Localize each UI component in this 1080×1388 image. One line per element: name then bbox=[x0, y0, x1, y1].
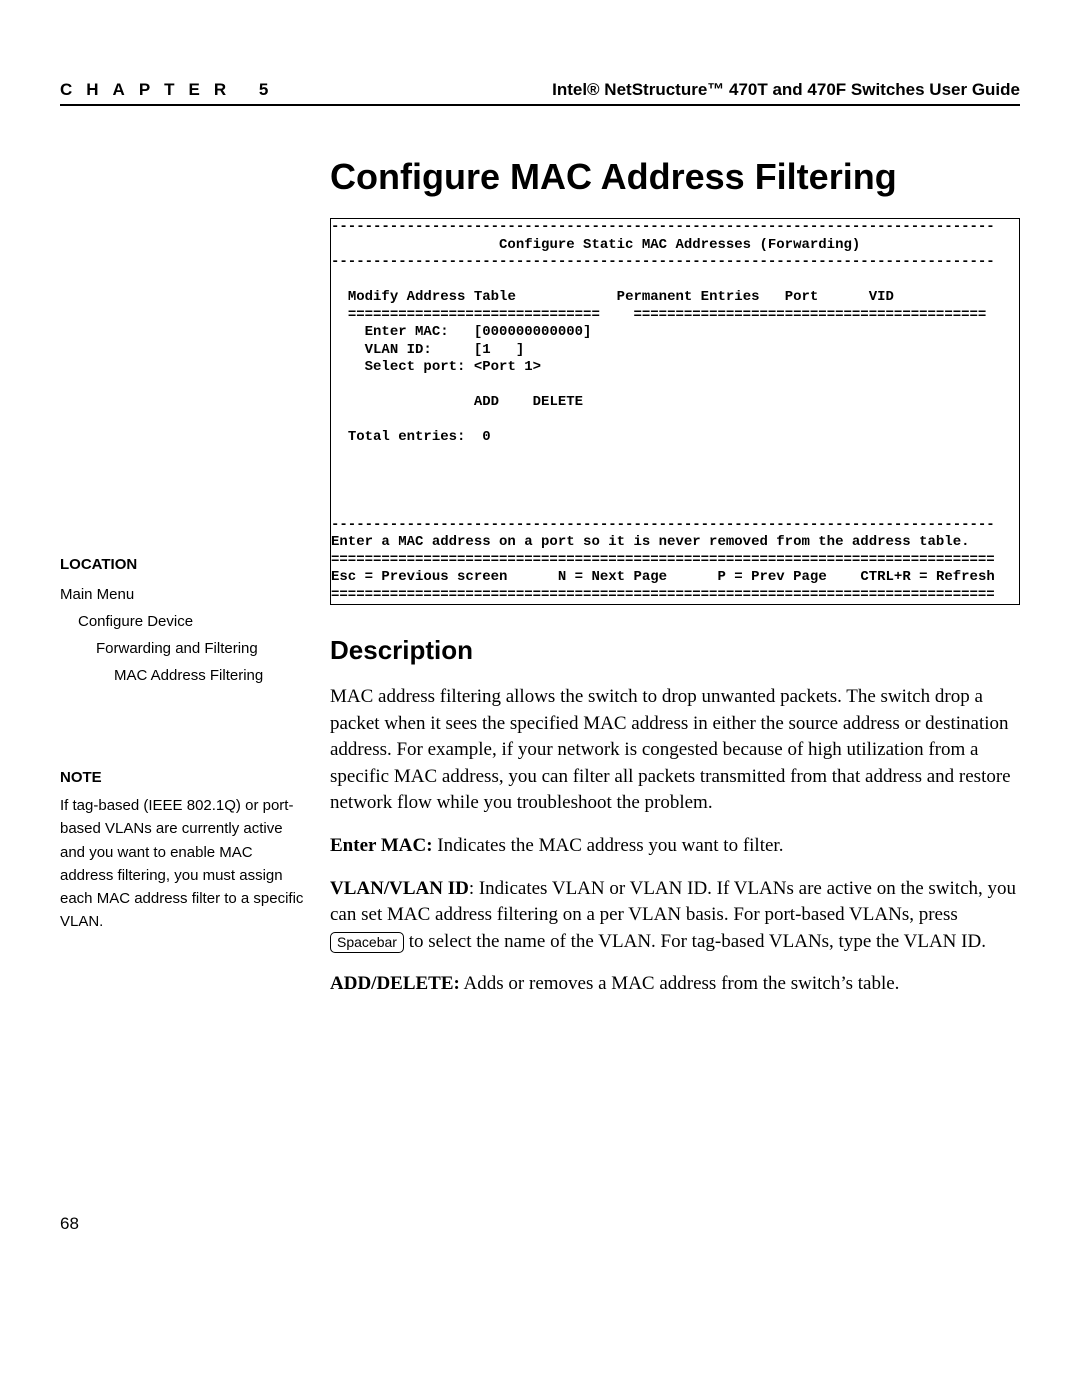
adddelete-label-text: ADD/DELETE: bbox=[330, 973, 460, 994]
location-item-mac-filtering: MAC Address Filtering bbox=[60, 662, 310, 689]
total-entries-label: Total entries: bbox=[348, 429, 466, 445]
adddelete-paragraph: ADD/DELETE: Adds or removes a MAC addres… bbox=[330, 971, 1020, 998]
vid-col: VID bbox=[869, 289, 894, 305]
location-item-main-menu: Main Menu bbox=[60, 581, 310, 608]
esc-hint: Esc = Previous screen bbox=[331, 569, 507, 585]
total-entries-value: 0 bbox=[482, 429, 490, 445]
next-hint: N = Next Page bbox=[558, 569, 667, 585]
enter-mac-label-text: Enter MAC: bbox=[330, 835, 433, 856]
terminal-hint: Enter a MAC address on a port so it is n… bbox=[331, 534, 970, 550]
chapter-label: CHAPTER 5 bbox=[60, 80, 282, 100]
page-header: CHAPTER 5 Intel® NetStructure™ 470T and … bbox=[60, 80, 1020, 106]
page-number: 68 bbox=[60, 1214, 1020, 1234]
permanent-entries-col: Permanent Entries bbox=[617, 289, 760, 305]
select-port-label: Select port: bbox=[365, 359, 466, 375]
vlan-label-text: VLAN/VLAN ID bbox=[330, 878, 469, 899]
location-heading: LOCATION bbox=[60, 556, 310, 573]
note-heading: NOTE bbox=[60, 769, 310, 786]
description-paragraph-1: MAC address filtering allows the switch … bbox=[330, 684, 1020, 817]
page-title: Configure MAC Address Filtering bbox=[330, 156, 1020, 198]
terminal-screenshot: ----------------------------------------… bbox=[330, 218, 1020, 605]
description-heading: Description bbox=[330, 635, 1020, 666]
guide-title: Intel® NetStructure™ 470T and 470F Switc… bbox=[552, 80, 1020, 100]
terminal-title: Configure Static MAC Addresses (Forwardi… bbox=[499, 237, 860, 253]
location-item-forwarding-filtering: Forwarding and Filtering bbox=[60, 635, 310, 662]
location-item-configure-device: Configure Device bbox=[60, 608, 310, 635]
select-port-value: <Port 1> bbox=[474, 359, 541, 375]
prev-hint: P = Prev Page bbox=[718, 569, 827, 585]
enter-mac-label: Enter MAC: bbox=[365, 324, 449, 340]
sidebar: LOCATION Main Menu Configure Device Forw… bbox=[60, 156, 330, 1014]
description-body: MAC address filtering allows the switch … bbox=[330, 684, 1020, 998]
vlan-id-label: VLAN ID: bbox=[365, 342, 432, 358]
enter-mac-paragraph: Enter MAC: Indicates the MAC address you… bbox=[330, 833, 1020, 860]
note-block: NOTE If tag-based (IEEE 802.1Q) or port-… bbox=[60, 769, 310, 934]
refresh-hint: CTRL+R = Refresh bbox=[860, 569, 994, 585]
spacebar-keycap: Spacebar bbox=[330, 932, 404, 954]
main-content: Configure MAC Address Filtering --------… bbox=[330, 156, 1020, 1014]
vlan-id-value: [1 ] bbox=[474, 342, 524, 358]
add-button-label: ADD bbox=[474, 394, 499, 410]
location-block: LOCATION Main Menu Configure Device Forw… bbox=[60, 556, 310, 689]
delete-button-label: DELETE bbox=[533, 394, 583, 410]
enter-mac-value: [000000000000] bbox=[474, 324, 592, 340]
modify-address-table-label: Modify Address Table bbox=[348, 289, 516, 305]
port-col: Port bbox=[785, 289, 819, 305]
note-text: If tag-based (IEEE 802.1Q) or port-based… bbox=[60, 794, 310, 934]
vlan-paragraph: VLAN/VLAN ID: Indicates VLAN or VLAN ID.… bbox=[330, 876, 1020, 956]
